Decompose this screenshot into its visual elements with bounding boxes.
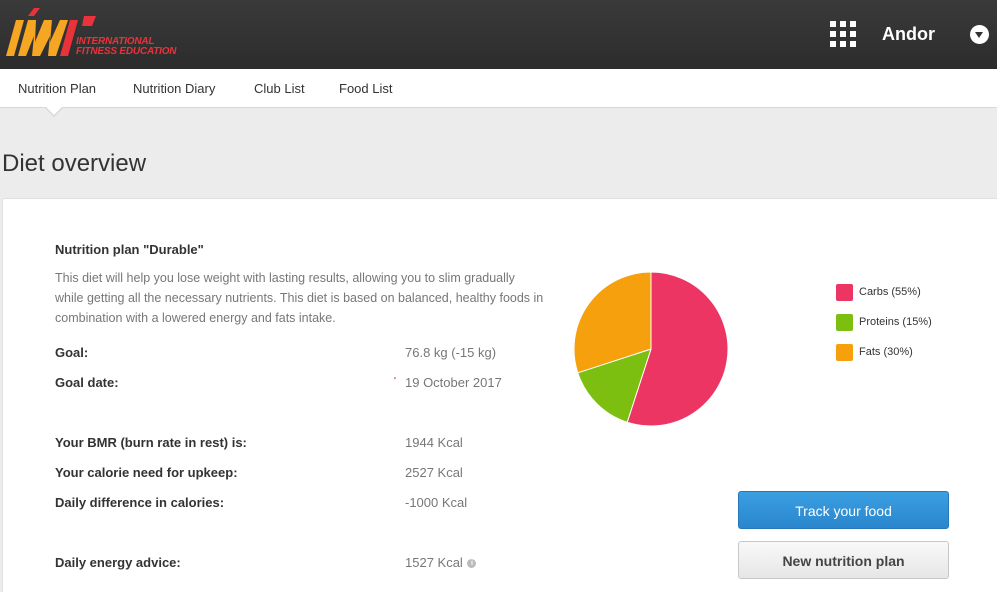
- energy-advice-label: Daily energy advice:: [55, 555, 181, 570]
- macro-pie-chart: [573, 271, 729, 427]
- daily-difference-value: -1000 Kcal: [405, 495, 468, 510]
- legend-swatch-proteins: [836, 314, 853, 331]
- plan-title: Nutrition plan "Durable": [55, 242, 204, 257]
- bmr-value: 1944 Kcal: [405, 435, 463, 450]
- new-nutrition-plan-button[interactable]: New nutrition plan: [738, 541, 949, 579]
- nav-item-nutrition-diary[interactable]: Nutrition Diary: [133, 81, 215, 96]
- legend-label-proteins: Proteins (15%): [859, 316, 932, 328]
- legend-label-carbs: Carbs (55%): [859, 286, 921, 298]
- goal-label: Goal:: [55, 345, 89, 360]
- grid-icon[interactable]: [830, 21, 858, 49]
- nav-item-nutrition-plan[interactable]: Nutrition Plan: [18, 81, 96, 96]
- goal-value: 76.8 kg (-15 kg): [405, 345, 497, 360]
- username[interactable]: Andor: [882, 24, 935, 45]
- energy-advice-row: 1527 Kcal i: [405, 555, 477, 570]
- info-icon[interactable]: i: [467, 559, 477, 569]
- legend-swatch-fats: [836, 344, 853, 361]
- bmr-label: Your BMR (burn rate in rest) is:: [55, 435, 247, 450]
- logo-tagline-line2: FITNESS EDUCATION: [76, 46, 177, 57]
- legend-swatch-carbs: [836, 284, 853, 301]
- upkeep-value: 2527 Kcal: [405, 465, 463, 480]
- daily-difference-label: Daily difference in calories:: [55, 495, 225, 510]
- legend-label-fats: Fats (30%): [859, 346, 913, 358]
- nav-item-club-list[interactable]: Club List: [254, 81, 305, 96]
- top-bar: INTERNATIONAL FITNESS EDUCATION Andor: [0, 0, 997, 69]
- plan-description: This diet will help you lose weight with…: [55, 271, 544, 325]
- required-mark: ': [394, 376, 396, 387]
- upkeep-label: Your calorie need for upkeep:: [55, 465, 238, 480]
- goal-date-value: 19 October 2017: [405, 375, 502, 390]
- goal-date-label: Goal date:: [55, 375, 119, 390]
- nav-active-pointer: [46, 107, 62, 115]
- diet-overview-card: [2, 198, 997, 592]
- chevron-down-icon[interactable]: [970, 25, 989, 44]
- logo-tagline: INTERNATIONAL FITNESS EDUCATION: [76, 37, 177, 57]
- track-food-button[interactable]: Track your food: [738, 491, 949, 529]
- nav-item-food-list[interactable]: Food List: [339, 81, 392, 96]
- main-nav: Nutrition Plan Nutrition Diary Club List…: [0, 69, 997, 108]
- page-title: Diet overview: [2, 150, 147, 177]
- energy-advice-value: 1527 Kcal: [405, 555, 463, 570]
